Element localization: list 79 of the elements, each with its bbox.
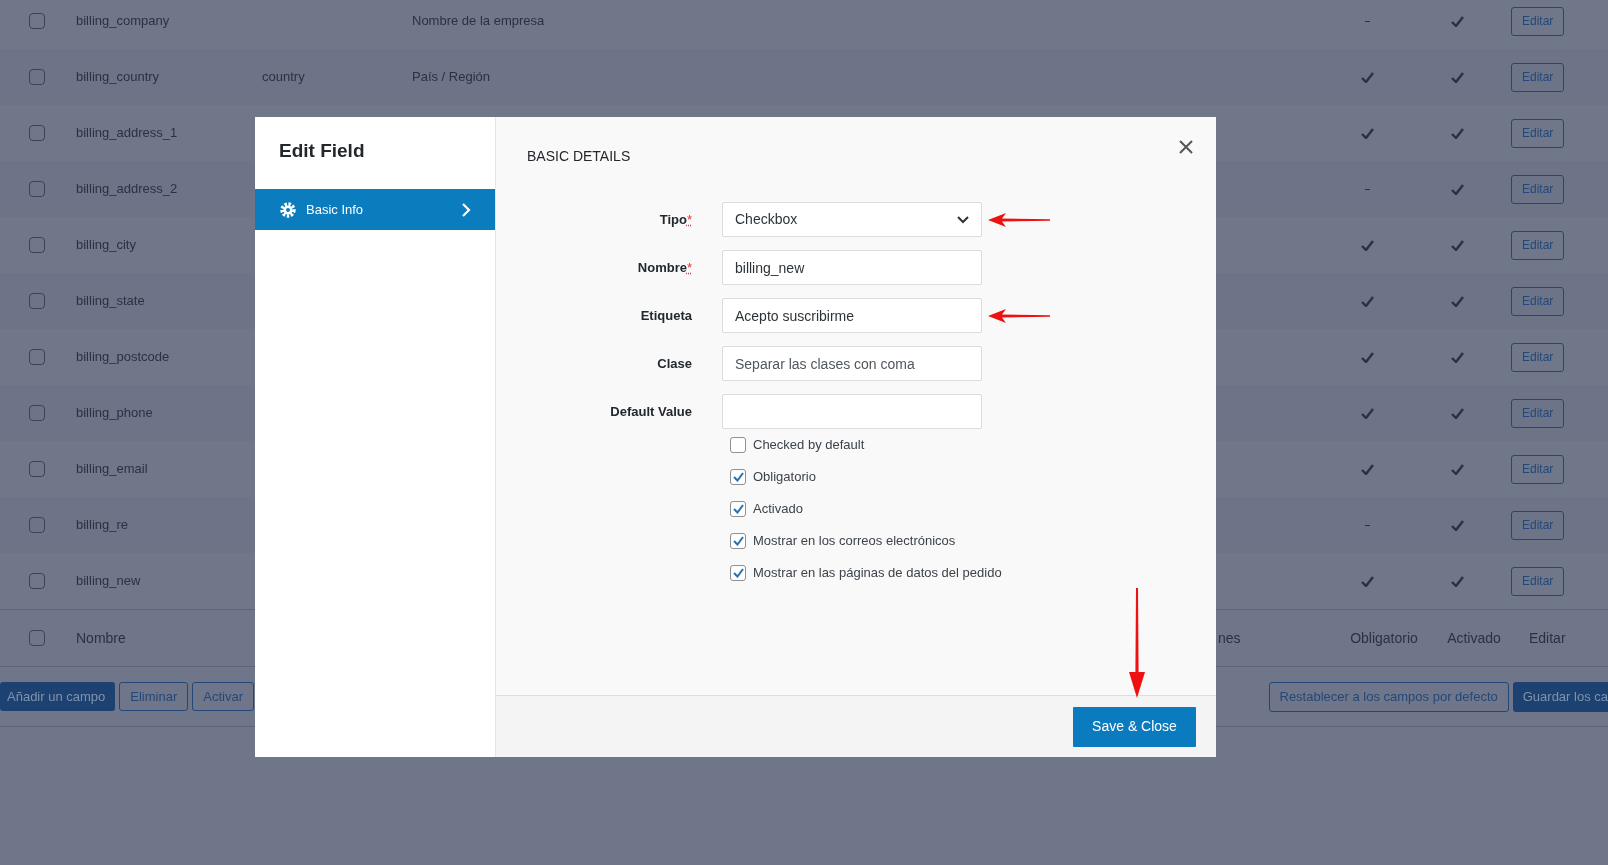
close-icon[interactable] xyxy=(1179,140,1193,154)
checkbox[interactable] xyxy=(730,501,746,517)
column-header: Editar xyxy=(1529,629,1566,646)
field-name: billing_country xyxy=(76,69,160,85)
field-name: billing_new xyxy=(76,573,141,589)
field-label: Clase xyxy=(657,354,692,373)
edit-button[interactable]: Editar xyxy=(1511,62,1565,92)
action-button[interactable]: Activar xyxy=(192,682,254,711)
checkbox-label: Obligatorio xyxy=(753,468,816,487)
row-checkbox[interactable] xyxy=(29,573,45,589)
dialog-title: Edit Field xyxy=(278,139,366,163)
check-icon xyxy=(732,536,744,546)
edit-button[interactable]: Editar xyxy=(1511,342,1565,372)
edit-button[interactable]: Editar xyxy=(1511,118,1565,148)
field-name: billing_company xyxy=(76,13,170,29)
row-checkbox[interactable] xyxy=(29,69,45,85)
column-header: Activado xyxy=(1447,628,1501,648)
field-name: billing_address_2 xyxy=(76,181,178,197)
column-header: Nombre xyxy=(76,629,126,646)
text-field[interactable]: Separar las clases con coma xyxy=(722,346,982,381)
edit-button[interactable]: Editar xyxy=(1511,6,1565,36)
field-label: Nombre* xyxy=(637,258,692,277)
section-title: BASIC DETAILS xyxy=(527,147,631,166)
gear-icon xyxy=(279,200,297,219)
row-checkbox[interactable] xyxy=(29,349,45,365)
add-field-button[interactable]: Añadir un campo xyxy=(0,682,116,711)
field-name: billing_city xyxy=(76,237,136,253)
save-fields-button[interactable]: Guardar los ca xyxy=(1512,681,1608,712)
text-field[interactable]: Acepto suscribirme xyxy=(722,298,982,333)
checkbox-label: Checked by default xyxy=(753,436,865,455)
checkbox-label: Mostrar en los correos electrónicos xyxy=(753,532,956,551)
edit-button[interactable]: Editar xyxy=(1511,286,1565,316)
edit-button[interactable]: Editar xyxy=(1511,566,1565,596)
field-type: country xyxy=(262,69,305,85)
select-field[interactable]: Checkbox xyxy=(722,202,982,237)
row-checkbox[interactable] xyxy=(29,125,45,141)
column-header: Obligatorio xyxy=(1350,628,1418,648)
edit-button[interactable]: Editar xyxy=(1511,230,1565,260)
sidebar-tab[interactable]: Basic Info xyxy=(255,189,495,230)
edit-button[interactable]: Editar xyxy=(1511,454,1565,484)
text-field[interactable]: billing_new xyxy=(722,250,982,285)
field-name: billing_state xyxy=(76,293,145,309)
field-label: Default Value xyxy=(610,402,692,421)
row-checkbox[interactable] xyxy=(29,181,45,197)
field-name: billing_address_1 xyxy=(76,125,178,141)
row-checkbox[interactable] xyxy=(29,237,45,253)
row-checkbox[interactable] xyxy=(29,293,45,309)
column-header: nes xyxy=(1218,629,1241,646)
row-checkbox[interactable] xyxy=(29,405,45,421)
row-checkbox[interactable] xyxy=(29,13,45,29)
edit-button[interactable]: Editar xyxy=(1511,510,1565,540)
check-icon xyxy=(732,504,744,514)
field-name: billing_postcode xyxy=(76,349,170,365)
field-name: billing_email xyxy=(76,461,148,477)
row-checkbox[interactable] xyxy=(29,517,45,533)
checkbox[interactable] xyxy=(730,533,746,549)
field-label: Etiqueta xyxy=(640,306,692,325)
row-checkbox[interactable] xyxy=(29,461,45,477)
field-label: Tipo* xyxy=(659,210,692,229)
text-field[interactable] xyxy=(722,394,982,429)
check-icon xyxy=(732,472,744,482)
row-checkbox[interactable] xyxy=(29,630,45,646)
checkbox-label: Mostrar en las páginas de datos del pedido xyxy=(753,564,1002,583)
action-button[interactable]: Eliminar xyxy=(119,682,189,711)
checkbox-label: Activado xyxy=(753,500,803,519)
chevron-icon xyxy=(461,202,471,217)
edit-button[interactable]: Editar xyxy=(1511,398,1565,428)
check-icon xyxy=(732,568,744,578)
field-label: Nombre de la empresa xyxy=(412,13,545,29)
chevron-down-icon xyxy=(957,215,969,224)
field-name: billing_re xyxy=(76,517,129,533)
checkbox[interactable] xyxy=(730,469,746,485)
field-label: País / Región xyxy=(412,69,491,85)
edit-button[interactable]: Editar xyxy=(1511,174,1565,204)
reset-button[interactable]: Restablecer a los campos por defecto xyxy=(1268,681,1509,712)
field-name: billing_phone xyxy=(76,405,153,421)
save-close-button[interactable]: Save & Close xyxy=(1073,706,1196,747)
checkbox[interactable] xyxy=(730,437,746,453)
checkbox[interactable] xyxy=(730,565,746,581)
